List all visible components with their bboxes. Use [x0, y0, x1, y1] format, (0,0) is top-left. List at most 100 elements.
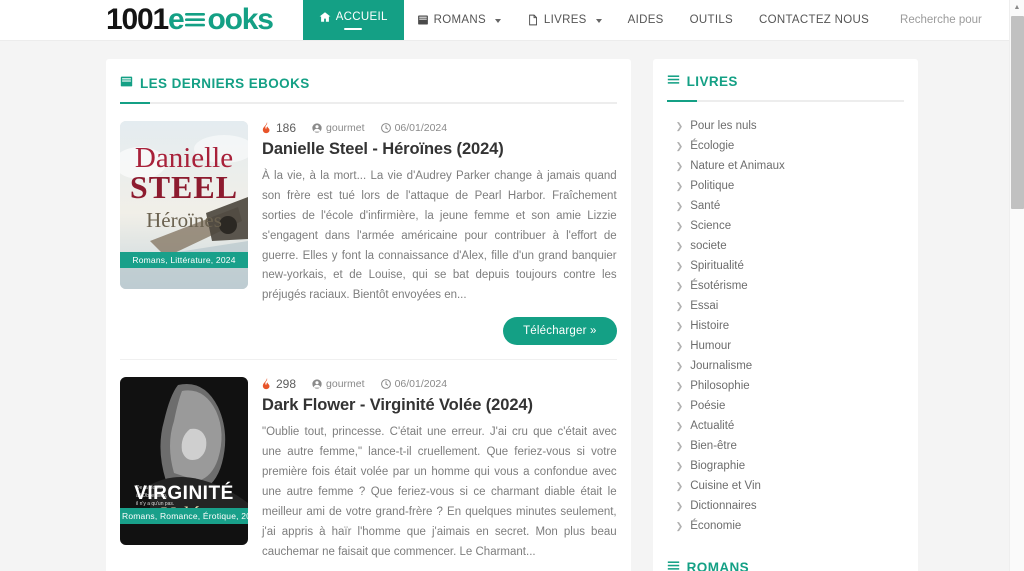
sidebar-item-label: Nature et Animaux	[690, 160, 785, 172]
logo-prefix: 1001	[106, 3, 169, 36]
sidebar-item-politique[interactable]: ❯ Politique	[667, 176, 904, 196]
chevron-right-icon: ❯	[675, 180, 684, 191]
chevron-right-icon: ❯	[675, 520, 684, 531]
sidebar-item-label: Ésotérisme	[690, 280, 748, 292]
book-open-icon	[120, 75, 133, 91]
sidebar-item-label: Bien-être	[690, 440, 737, 452]
chevron-right-icon: ❯	[675, 340, 684, 351]
article-title[interactable]: Dark Flower - Virginité Volée (2024)	[262, 396, 617, 415]
nav-label: AIDES	[627, 14, 664, 26]
article-meta: 186 gourmet 06/01/2024	[262, 121, 617, 135]
home-icon	[319, 11, 331, 23]
views-meta: 298	[262, 377, 296, 391]
publish-date: 06/01/2024	[394, 122, 448, 134]
sidebar-item-humour[interactable]: ❯ Humour	[667, 336, 904, 356]
sidebar-item-sante[interactable]: ❯ Santé	[667, 196, 904, 216]
article-meta: 298 gourmet 06/01/2024	[262, 377, 617, 391]
menu-icon	[667, 73, 680, 89]
sidebar-item-actualite[interactable]: ❯ Actualité	[667, 416, 904, 436]
scrollbar-thumb[interactable]	[1011, 16, 1024, 209]
user-icon	[312, 123, 322, 133]
sidebar-item-label: Poésie	[690, 400, 726, 412]
sidebar-item-label: Pour les nuls	[690, 120, 757, 132]
section-divider	[120, 102, 617, 104]
sidebar-block-romans: ROMANS ❯Romance ❯Science Fiction ❯Thrill…	[667, 559, 904, 571]
chevron-right-icon: ❯	[675, 240, 684, 251]
nav-item-outils[interactable]: OUTILS	[677, 0, 746, 40]
chevron-right-icon: ❯	[675, 160, 684, 171]
nav-item-aides[interactable]: AIDES	[615, 0, 677, 40]
sidebar-list-livres: ❯ Pour les nuls ❯ Écologie ❯ Nature et Anim…	[667, 116, 904, 536]
search-input[interactable]	[900, 14, 1006, 26]
cover-category-badge: Romans, Romance, Érotique, 2024	[120, 508, 248, 525]
fire-icon	[262, 122, 272, 134]
section-title-label: LES DERNIERS EBOOKS	[140, 75, 310, 91]
book-icon	[417, 14, 429, 26]
views-count: 186	[276, 121, 297, 135]
sidebar-item-ecologie[interactable]: ❯ Écologie	[667, 136, 904, 156]
nav-item-romans[interactable]: ROMANS	[404, 0, 514, 40]
sidebar-item-label: Science	[690, 220, 732, 232]
svg-text:VIRGINITÉ: VIRGINITÉ	[134, 482, 234, 504]
chevron-right-icon: ❯	[675, 300, 684, 311]
author-name: gourmet	[326, 378, 365, 391]
chevron-right-icon: ❯	[675, 220, 684, 231]
user-icon	[312, 379, 322, 389]
cover-category-badge: Romans, Littérature, 2024	[120, 252, 248, 268]
svg-text:Héroïnes: Héroïnes	[146, 208, 222, 232]
sidebar-item-philosophie[interactable]: ❯ Philosophie	[667, 376, 904, 396]
sidebar-item-histoire[interactable]: ❯ Histoire	[667, 316, 904, 336]
scroll-up-arrow-icon[interactable]: ▲	[1010, 0, 1024, 15]
sidebar-item-label: Journalisme	[690, 360, 753, 372]
svg-text:STEEL: STEEL	[130, 169, 238, 205]
chevron-right-icon: ❯	[675, 420, 684, 431]
logo-book-icon	[184, 10, 206, 30]
page-scrollbar[interactable]: ▲	[1009, 0, 1024, 571]
sidebar-item-spiritualite[interactable]: ❯ Spiritualité	[667, 256, 904, 276]
sidebar-item-societe[interactable]: ❯ societe	[667, 236, 904, 256]
sidebar-item-science[interactable]: ❯ Science	[667, 216, 904, 236]
clock-icon	[380, 379, 391, 390]
book-cover-link[interactable]: Danielle STEEL Héroïnes Romans, Littérat…	[120, 121, 248, 289]
book-cover-link[interactable]: De la Honte à l'Obsession, il n'y a qu'u…	[120, 377, 248, 546]
section-title-latest-ebooks: LES DERNIERS EBOOKS	[120, 75, 617, 91]
sidebar-item-nature-et-animaux[interactable]: ❯ Nature et Animaux	[667, 156, 904, 176]
nav-item-accueil[interactable]: ACCUEIL	[302, 0, 404, 40]
sidebar-item-dictionnaires[interactable]: ❯ Dictionnaires	[667, 496, 904, 516]
date-meta: 06/01/2024	[380, 122, 448, 134]
logo[interactable]: 1001 e ooks	[0, 0, 303, 40]
sidebar-item-bien-etre[interactable]: ❯ Bien-être	[667, 436, 904, 456]
article-item: Danielle STEEL Héroïnes Romans, Littérat…	[120, 104, 617, 351]
clock-icon	[380, 123, 391, 133]
nav-label: OUTILS	[689, 14, 733, 26]
sidebar-item-label: Essai	[690, 300, 719, 312]
logo-suffix: e	[167, 3, 185, 36]
sidebar-item-cuisine-et-vin[interactable]: ❯ Cuisine et Vin	[667, 476, 904, 496]
sidebar-item-journalisme[interactable]: ❯ Journalisme	[667, 356, 904, 376]
nav-item-livres[interactable]: LIVRES	[514, 0, 615, 40]
sidebar-item-label: Santé	[690, 200, 721, 212]
publish-date: 06/01/2024	[394, 378, 448, 391]
sidebar-item-label: Politique	[690, 180, 735, 192]
logo-suffix-2: ooks	[207, 3, 273, 36]
chevron-right-icon: ❯	[675, 200, 684, 211]
article-title[interactable]: Danielle Steel - Héroïnes (2024)	[262, 140, 617, 159]
chevron-down-icon	[595, 19, 602, 23]
sidebar-item-economie[interactable]: ❯ Économie	[667, 516, 904, 536]
sidebar-item-poesie[interactable]: ❯ Poésie	[667, 396, 904, 416]
nav-item-contactez-nous[interactable]: CONTACTEZ NOUS	[746, 0, 882, 40]
sidebar-item-label: Biographie	[690, 460, 746, 472]
page-body: LES DERNIERS EBOOKS Danielle STEEL Héroï…	[0, 41, 1024, 571]
sidebar-item-biographie[interactable]: ❯ Biographie	[667, 456, 904, 476]
sidebar-item-esoterisme[interactable]: ❯ Ésotérisme	[667, 276, 904, 296]
chevron-right-icon: ❯	[675, 280, 684, 291]
download-button[interactable]: Télécharger »	[503, 317, 617, 346]
author-name: gourmet	[326, 122, 365, 134]
sidebar-item-label: Philosophie	[690, 380, 750, 392]
nav-label: ACCUEIL	[335, 10, 388, 23]
sidebar-item-pour-les-nuls[interactable]: ❯ Pour les nuls	[667, 116, 904, 136]
sidebar-item-essai[interactable]: ❯ Essai	[667, 296, 904, 316]
site-header: 1001 e ooks ACCUEIL ROMANS LIVRES AIDES …	[0, 0, 1024, 41]
chevron-right-icon: ❯	[675, 140, 684, 151]
nav-label: CONTACTEZ NOUS	[759, 14, 870, 26]
